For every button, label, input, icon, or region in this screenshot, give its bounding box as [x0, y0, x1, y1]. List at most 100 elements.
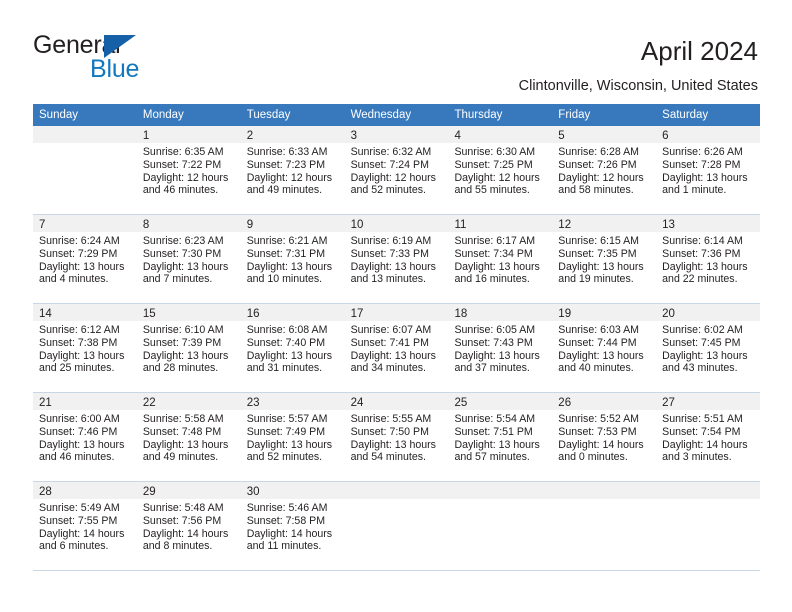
day-number: 22 [142, 397, 156, 409]
day-sun-info: Sunrise: 6:10 AM Sunset: 7:39 PM Daylight:… [137, 321, 241, 375]
calendar-day-cell[interactable]: 15 Sunrise: 6:10 AM Sunset: 7:39 PM Dayligh… [136, 304, 241, 392]
day-number-bar: 21 [33, 393, 137, 410]
sunset-time: Sunset: 7:39 PM [142, 336, 222, 349]
calendar-day-cell[interactable]: 19 Sunrise: 6:03 AM Sunset: 7:44 PM Dayligh… [552, 304, 657, 392]
day-sun-info: Sunrise: 6:30 AM Sunset: 7:25 PM Daylight:… [448, 143, 552, 197]
brand-name-blue: Blue [90, 55, 140, 83]
daylight-duration-line1: Daylight: 13 hours [350, 260, 436, 273]
daylight-duration-line2: and 58 minutes. [558, 184, 634, 197]
calendar-day-cell[interactable]: 23 Sunrise: 5:57 AM Sunset: 7:49 PM Dayligh… [240, 393, 345, 481]
calendar-day-cell[interactable]: 25 Sunrise: 5:54 AM Sunset: 7:51 PM Dayligh… [448, 393, 553, 481]
day-number: 12 [558, 219, 572, 231]
sunset-time: Sunset: 7:31 PM [246, 247, 326, 260]
sunrise-time: Sunrise: 5:46 AM [246, 502, 328, 514]
day-number: 9 [246, 219, 254, 231]
daylight-duration-line1: Daylight: 14 hours [39, 527, 125, 540]
calendar-day-cell[interactable]: 12 Sunrise: 6:15 AM Sunset: 7:35 PM Dayligh… [552, 215, 657, 303]
day-number-bar: 29 [136, 482, 241, 499]
calendar-day-cell[interactable]: 3 Sunrise: 6:32 AM Sunset: 7:24 PM Daylight… [344, 126, 449, 214]
daylight-duration-line1: Daylight: 14 hours [662, 438, 748, 451]
calendar-day-cell[interactable]: 2 Sunrise: 6:33 AM Sunset: 7:23 PM Daylight… [240, 126, 345, 214]
day-number: 2 [246, 130, 254, 142]
day-sun-info: Sunrise: 5:46 AM Sunset: 7:58 PM Daylight:… [241, 499, 345, 553]
day-number-bar: 5 [552, 126, 657, 143]
calendar-day-cell[interactable]: 29 Sunrise: 5:48 AM Sunset: 7:56 PM Dayligh… [136, 482, 241, 570]
calendar-week-row: 1 Sunrise: 6:35 AM Sunset: 7:22 PM Daylight… [33, 126, 761, 215]
day-number: 19 [558, 308, 572, 320]
day-number-bar: 11 [448, 215, 553, 232]
sunrise-time: Sunrise: 5:55 AM [350, 413, 432, 425]
day-sun-info: Sunrise: 6:08 AM Sunset: 7:40 PM Daylight:… [241, 321, 345, 375]
calendar-day-cell[interactable]: 17 Sunrise: 6:07 AM Sunset: 7:41 PM Dayligh… [344, 304, 449, 392]
calendar-day-cell[interactable]: 16 Sunrise: 6:08 AM Sunset: 7:40 PM Dayligh… [240, 304, 345, 392]
sunset-time: Sunset: 7:53 PM [558, 425, 637, 438]
day-number: 14 [39, 308, 52, 320]
daylight-duration-line1: Daylight: 13 hours [142, 349, 229, 362]
day-number-bar: 10 [344, 215, 449, 232]
calendar-day-cell[interactable]: 24 Sunrise: 5:55 AM Sunset: 7:50 PM Dayligh… [344, 393, 449, 481]
calendar-day-cell[interactable]: 7 Sunrise: 6:24 AM Sunset: 7:29 PM Daylight… [33, 215, 137, 303]
sunset-time: Sunset: 7:25 PM [454, 158, 533, 171]
daylight-duration-line2: and 10 minutes. [246, 273, 323, 286]
day-sun-info: Sunrise: 6:15 AM Sunset: 7:35 PM Daylight:… [552, 232, 656, 286]
calendar-day-cell[interactable]: 9 Sunrise: 6:21 AM Sunset: 7:31 PM Daylight… [240, 215, 345, 303]
calendar-day-cell[interactable]: 18 Sunrise: 6:05 AM Sunset: 7:43 PM Dayligh… [448, 304, 553, 392]
sunrise-time: Sunrise: 6:02 AM [662, 324, 743, 336]
daylight-duration-line1: Daylight: 14 hours [558, 438, 644, 451]
sunrise-time: Sunrise: 6:32 AM [350, 146, 432, 158]
day-number-bar: 22 [136, 393, 241, 410]
brand-logo[interactable]: General Blue [33, 31, 233, 87]
calendar-day-cell[interactable]: 28 Sunrise: 5:49 AM Sunset: 7:55 PM Dayligh… [33, 482, 137, 570]
daylight-duration-line1: Daylight: 12 hours [142, 171, 229, 184]
calendar-day-cell[interactable]: 13 Sunrise: 6:14 AM Sunset: 7:36 PM Dayligh… [656, 215, 761, 303]
day-number: 8 [142, 219, 150, 231]
sunset-time: Sunset: 7:38 PM [39, 336, 118, 349]
sunset-time: Sunset: 7:43 PM [454, 336, 533, 349]
calendar-day-cell[interactable]: 8 Sunrise: 6:23 AM Sunset: 7:30 PM Daylight… [136, 215, 241, 303]
daylight-duration-line1: Daylight: 14 hours [246, 527, 333, 540]
sunset-time: Sunset: 7:58 PM [246, 514, 326, 527]
calendar-day-cell-empty [552, 482, 657, 570]
calendar-day-cell[interactable]: 1 Sunrise: 6:35 AM Sunset: 7:22 PM Daylight… [136, 126, 241, 214]
calendar-day-cell[interactable]: 26 Sunrise: 5:52 AM Sunset: 7:53 PM Dayligh… [552, 393, 657, 481]
sunset-time: Sunset: 7:41 PM [350, 336, 429, 349]
calendar-day-cell-empty [448, 482, 553, 570]
sunset-time: Sunset: 7:49 PM [246, 425, 326, 438]
day-number: 29 [142, 486, 156, 498]
weekday-header-tuesday: Tuesday [246, 109, 291, 121]
sunrise-time: Sunrise: 6:08 AM [246, 324, 328, 336]
day-number-bar: 18 [448, 304, 553, 321]
calendar-day-cell[interactable]: 30 Sunrise: 5:46 AM Sunset: 7:58 PM Dayligh… [240, 482, 345, 570]
daylight-duration-line1: Daylight: 13 hours [558, 260, 644, 273]
day-number-bar: 2 [240, 126, 345, 143]
calendar-week-row: 14 Sunrise: 6:12 AM Sunset: 7:38 PM Dayligh… [33, 304, 761, 393]
day-number-bar [448, 482, 553, 499]
daylight-duration-line2: and 4 minutes. [39, 273, 109, 286]
daylight-duration-line2: and 40 minutes. [558, 362, 634, 375]
sunrise-time: Sunrise: 6:35 AM [142, 146, 224, 158]
day-sun-info: Sunrise: 6:07 AM Sunset: 7:41 PM Daylight:… [345, 321, 449, 375]
calendar-day-cell[interactable]: 6 Sunrise: 6:26 AM Sunset: 7:28 PM Daylight… [656, 126, 761, 214]
daylight-duration-line1: Daylight: 13 hours [39, 260, 125, 273]
day-number-bar: 17 [344, 304, 449, 321]
day-number-bar: 1 [136, 126, 241, 143]
daylight-duration-line1: Daylight: 12 hours [558, 171, 644, 184]
calendar-day-cell[interactable]: 22 Sunrise: 5:58 AM Sunset: 7:48 PM Dayligh… [136, 393, 241, 481]
calendar-day-cell[interactable]: 27 Sunrise: 5:51 AM Sunset: 7:54 PM Dayligh… [656, 393, 761, 481]
day-number-bar: 14 [33, 304, 137, 321]
daylight-duration-line2: and 57 minutes. [454, 451, 530, 464]
daylight-duration-line1: Daylight: 13 hours [558, 349, 644, 362]
calendar-day-cell[interactable]: 10 Sunrise: 6:19 AM Sunset: 7:33 PM Dayligh… [344, 215, 449, 303]
calendar-day-cell[interactable]: 20 Sunrise: 6:02 AM Sunset: 7:45 PM Dayligh… [656, 304, 761, 392]
daylight-duration-line1: Daylight: 13 hours [246, 349, 333, 362]
day-number-bar: 30 [240, 482, 345, 499]
calendar-day-cell[interactable]: 11 Sunrise: 6:17 AM Sunset: 7:34 PM Dayligh… [448, 215, 553, 303]
sunset-time: Sunset: 7:46 PM [39, 425, 118, 438]
sunrise-time: Sunrise: 5:58 AM [142, 413, 224, 425]
sunrise-time: Sunrise: 6:05 AM [454, 324, 536, 336]
calendar-day-cell[interactable]: 14 Sunrise: 6:12 AM Sunset: 7:38 PM Dayligh… [33, 304, 137, 392]
calendar-day-cell[interactable]: 21 Sunrise: 6:00 AM Sunset: 7:46 PM Dayligh… [33, 393, 137, 481]
calendar-day-cell[interactable]: 5 Sunrise: 6:28 AM Sunset: 7:26 PM Daylight… [552, 126, 657, 214]
daylight-duration-line2: and 34 minutes. [350, 362, 426, 375]
calendar-day-cell[interactable]: 4 Sunrise: 6:30 AM Sunset: 7:25 PM Daylight… [448, 126, 553, 214]
